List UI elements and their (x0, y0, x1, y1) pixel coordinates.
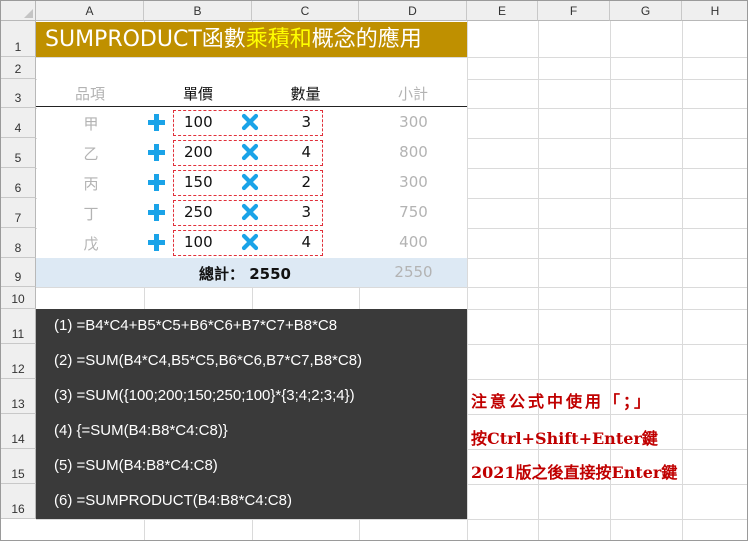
cell-qty[interactable]: 2 (271, 173, 311, 191)
formula-4[interactable]: (4) {=SUM(B4:B8*C4:C8)} (54, 422, 228, 439)
row-header-12[interactable]: 12 (1, 344, 36, 379)
row-number: 3 (14, 91, 22, 105)
row-header-11[interactable]: 11 (1, 309, 36, 344)
plus-icon (147, 173, 167, 193)
cell-subtotal[interactable]: 300 (386, 173, 441, 191)
formula-6[interactable]: (6) =SUMPRODUCT(B4:B8*C4:C8) (54, 492, 292, 509)
gridline (682, 21, 683, 540)
gridline (36, 519, 747, 520)
column-header-d[interactable]: D (359, 1, 467, 21)
header-price[interactable]: 單價 (144, 83, 252, 105)
row-number: 5 (14, 151, 22, 165)
header-underline (36, 106, 467, 107)
gridline (36, 287, 747, 288)
cell-price[interactable]: 250 (184, 203, 224, 221)
column-header-e[interactable]: E (467, 1, 538, 21)
row-header-9[interactable]: 9 (1, 258, 36, 287)
note-2021-enter: 2021版之後直接按Enter鍵 (471, 463, 678, 482)
row-header-2[interactable]: 2 (1, 57, 36, 79)
plus-icon (147, 143, 167, 163)
row-header-14[interactable]: 14 (1, 414, 36, 449)
row-header-3[interactable]: 3 (1, 79, 36, 108)
cell-item[interactable]: 戊 (73, 233, 109, 254)
row-header-6[interactable]: 6 (1, 168, 36, 198)
row-number: 4 (14, 121, 22, 135)
row-header-8[interactable]: 8 (1, 228, 36, 258)
multiply-icon (241, 143, 259, 161)
column-header-b[interactable]: B (144, 1, 252, 21)
plus-icon (147, 203, 167, 223)
row-header-1[interactable]: 1 (1, 21, 36, 57)
cell-item[interactable]: 丙 (73, 173, 109, 194)
cell-qty[interactable]: 4 (271, 233, 311, 251)
cell-qty[interactable]: 3 (271, 203, 311, 221)
formula-2[interactable]: (2) =SUM(B4*C4,B5*C5,B6*C6,B7*C7,B8*C8) (54, 352, 362, 369)
multiply-icon (241, 233, 259, 251)
cell-subtotal[interactable]: 800 (386, 143, 441, 161)
cell-price[interactable]: 100 (184, 113, 224, 131)
cell-item[interactable]: 甲 (73, 113, 109, 134)
row-number: 11 (11, 327, 25, 341)
total-label[interactable]: 總計： 2550 (199, 263, 291, 284)
cell-price[interactable]: 100 (184, 233, 224, 251)
cell-subtotal[interactable]: 400 (386, 233, 441, 251)
plus-icon (147, 233, 167, 253)
row-number: 10 (11, 292, 25, 306)
formula-3[interactable]: (3) =SUM({100;200;150;250;100}*{3;4;2;3;… (54, 387, 355, 404)
formula-panel (36, 309, 467, 519)
row-header-13[interactable]: 13 (1, 379, 36, 414)
title-prefix: SUMPRODUCT函數 (45, 27, 246, 52)
note-ctrl-shift-enter: 按Ctrl+Shift+Enter鍵 (471, 429, 658, 448)
column-header-h[interactable]: H (682, 1, 747, 21)
row-number: 15 (11, 467, 25, 481)
title-highlight: 乘積和 (245, 27, 312, 52)
row-number: 7 (14, 211, 22, 225)
formula-5[interactable]: (5) =SUM(B4:B8*C4:C8) (54, 457, 218, 474)
cell-item[interactable]: 丁 (73, 203, 109, 224)
plus-icon (147, 113, 167, 133)
multiply-icon (241, 173, 259, 191)
row-number: 16 (11, 502, 25, 516)
column-header-c[interactable]: C (252, 1, 359, 21)
row-number: 13 (11, 397, 25, 411)
column-header-a[interactable]: A (36, 1, 144, 21)
row-number: 1 (14, 40, 22, 54)
column-header-f[interactable]: F (538, 1, 610, 21)
multiply-icon (241, 203, 259, 221)
row-header-4[interactable]: 4 (1, 108, 36, 138)
row-header-10[interactable]: 10 (1, 287, 36, 309)
sheet-title[interactable]: SUMPRODUCT函數乘積和概念的應用 (36, 22, 467, 57)
cell-qty[interactable]: 3 (271, 113, 311, 131)
multiply-icon (241, 113, 259, 131)
cell-qty[interactable]: 4 (271, 143, 311, 161)
column-header-g[interactable]: G (610, 1, 682, 21)
cell-price[interactable]: 200 (184, 143, 224, 161)
cell-price[interactable]: 150 (184, 173, 224, 191)
row-number: 9 (14, 270, 22, 284)
row-header-15[interactable]: 15 (1, 449, 36, 484)
row-number: 12 (11, 362, 25, 376)
row-header-16[interactable]: 16 (1, 484, 36, 519)
cell-subtotal[interactable]: 750 (386, 203, 441, 221)
header-subtotal[interactable]: 小計 (359, 83, 467, 105)
row-number: 14 (11, 432, 25, 446)
header-item[interactable]: 品項 (36, 83, 144, 105)
row-number: 8 (14, 241, 22, 255)
cell-subtotal[interactable]: 300 (386, 113, 441, 131)
row-number: 2 (14, 62, 22, 76)
row-header-5[interactable]: 5 (1, 138, 36, 168)
row-number: 6 (14, 181, 22, 195)
row-header-7[interactable]: 7 (1, 198, 36, 228)
gridline (467, 21, 468, 540)
header-qty[interactable]: 數量 (252, 83, 359, 105)
cell-item[interactable]: 乙 (73, 143, 109, 164)
formula-1[interactable]: (1) =B4*C4+B5*C5+B6*C6+B7*C7+B8*C8 (54, 317, 337, 334)
total-subtotal[interactable]: 2550 (386, 263, 441, 281)
spreadsheet-window: A B C D E F G H 1 2 3 4 5 6 7 8 9 10 11 … (0, 0, 748, 541)
select-all-button[interactable] (1, 1, 36, 21)
note-semicolon: 注意公式中使用「；」 (471, 392, 654, 411)
title-suffix: 概念的應用 (311, 27, 422, 52)
